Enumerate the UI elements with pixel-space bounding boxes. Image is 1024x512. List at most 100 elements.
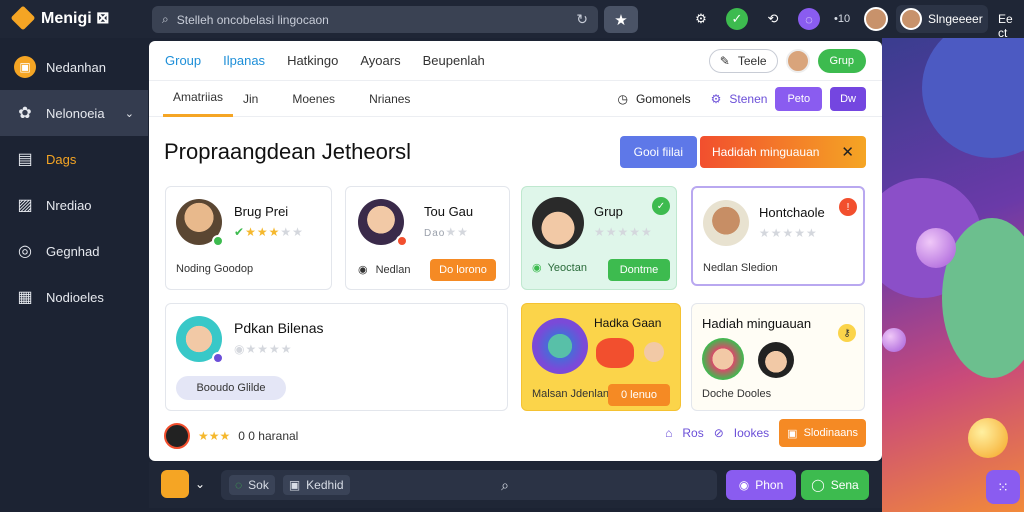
chevron-down-icon: ⌄ [195, 477, 206, 491]
tab-hatkingo[interactable]: Hatkingo [287, 53, 338, 68]
avatar [758, 342, 794, 378]
rating-stars: ◉★★★★ [234, 342, 293, 356]
sidebar-item-label: Nrediao [46, 197, 92, 213]
settings-icon: ⚙ [710, 92, 722, 106]
card-footer: ◉ Nedlan [358, 263, 410, 277]
sidebar-item-label: Nelonoeia [46, 105, 105, 121]
tab-beupenlah[interactable]: Beupenlah [423, 53, 485, 68]
tab-ilpanas[interactable]: Ilpanas [223, 53, 265, 68]
grid-icon: ▦ [17, 289, 33, 306]
tab-amatriias[interactable]: Amatriias [163, 81, 234, 117]
app-logo[interactable]: Menigi ⊠ [10, 5, 110, 31]
blue-action-button[interactable]: Gooi fiilai [619, 136, 697, 168]
sidebar-item-nrediao[interactable]: ▨ Nrediao [0, 182, 148, 228]
teele-button[interactable]: ✎ Teele [708, 49, 778, 73]
phon-label: Phon [755, 478, 784, 492]
grup-button[interactable]: Grup [817, 49, 866, 73]
profile-card[interactable]: Tou Gau Dao★★ ◉ Nedlan Do lorono [345, 186, 510, 290]
bubble [968, 418, 1008, 458]
sidebar-item-label: Nedanhan [46, 59, 106, 75]
dw-button[interactable]: Dw [830, 87, 866, 111]
ros-link[interactable]: Ros [682, 426, 703, 440]
game-art [532, 318, 588, 374]
card-action-button[interactable]: 0 lenuo [608, 384, 670, 406]
key-icon[interactable]: ⚷ [838, 324, 856, 342]
user-avatar [900, 8, 922, 30]
sidebar-item-gegnhad[interactable]: ◎ Gegnhad [0, 228, 148, 274]
profile-card[interactable]: Brug Prei ✔★★★★★ Noding Goodop [165, 186, 332, 290]
gear-icon[interactable]: ⚙ [690, 8, 712, 30]
user-menu[interactable]: Slngeeeer [896, 5, 988, 33]
sidebar-item-dags[interactable]: ▤ Dags [0, 136, 148, 182]
top-bar: Menigi ⊠ ⌕ Stelleh oncobelasi lingocaon … [0, 0, 1024, 40]
card-action-button[interactable]: Booudo Glilde [176, 376, 286, 400]
card-action-button[interactable]: Do lorono [430, 259, 496, 281]
tab-jin[interactable]: Jin [233, 81, 268, 117]
close-icon[interactable]: ✕ [841, 143, 854, 161]
sidebar-item-nelonoeia[interactable]: ✿ Nelonoeia ⌄ [0, 90, 148, 136]
card-sub: Dao [424, 228, 446, 239]
slodinaans-label: Slodinaans [803, 427, 858, 439]
tab-nrianes[interactable]: Nrianes [359, 81, 420, 117]
phone-icon: ◉ [738, 478, 750, 492]
phon-button[interactable]: ◉ Phon [726, 470, 796, 500]
sync-icon[interactable]: ⟲ [762, 8, 784, 30]
kedhid-label: Kedhid [306, 478, 344, 492]
avatar[interactable] [864, 7, 889, 31]
sidebar-item-nedanhan[interactable]: ▣ Nedanhan [0, 44, 148, 90]
check-icon[interactable]: ✓ [652, 197, 670, 215]
rating-stars: ✔★★★★★ [234, 225, 304, 239]
status-icon[interactable]: ✓ [726, 8, 748, 30]
sidebar-item-label: Gegnhad [46, 243, 100, 259]
avatar [702, 338, 744, 380]
tab-ayoars[interactable]: Ayoars [360, 53, 400, 68]
orange-action-button[interactable]: Hadidah minguauan ✕ [700, 136, 866, 168]
gomonels-label[interactable]: Gomonels [636, 92, 691, 106]
stenen-label[interactable]: Stenen [729, 92, 767, 106]
card-footer: Doche Dooles [702, 388, 772, 400]
sena-button[interactable]: ◯ Sena [801, 470, 869, 500]
pencil-icon: ✎ [719, 54, 730, 68]
refresh-icon[interactable]: ↻ [576, 11, 588, 28]
card-action-button[interactable]: Dontme [608, 259, 670, 281]
sidebar-item-nodioeles[interactable]: ▦ Nodioeles [0, 274, 148, 320]
profile-card[interactable]: Grup ★★★★★ ✓ ◉ Yeoctan Dontme [521, 186, 677, 290]
avatar[interactable] [164, 423, 190, 449]
grid-icon[interactable]: ⁙ [986, 470, 1020, 504]
card-name: Grup [594, 204, 623, 219]
favorite-button[interactable]: ★ [604, 6, 638, 33]
profile-card[interactable]: Pdkan Bilenas ◉★★★★ Booudo Glilde [165, 303, 508, 411]
peto-button[interactable]: Peto [775, 87, 823, 111]
status-badge [212, 352, 224, 364]
avatar [703, 200, 749, 246]
profile-card[interactable]: Hontchaole ★★★★★ ! Nedlan Sledion [691, 186, 865, 286]
chat-input[interactable]: ◌ Sok ▣ Kedhid ⌕ [221, 470, 717, 500]
lookes-link[interactable]: Iookes [734, 426, 769, 440]
avatar [161, 470, 189, 498]
bottom-bar: ⌄ ◌ Sok ▣ Kedhid ⌕ ◉ Phon ◯ Sena [149, 462, 882, 508]
search-icon[interactable]: ⌕ [501, 477, 509, 494]
profile-switcher[interactable]: ⌄ [161, 470, 205, 498]
sena-label: Sena [830, 478, 859, 492]
alert-icon[interactable]: ! [839, 198, 857, 216]
profile-card[interactable]: Hadiah minguauan ⚷ Doche Dooles [691, 303, 865, 411]
sidebar-item-label: Dags [46, 151, 77, 167]
kedhid-tag[interactable]: ▣ Kedhid [282, 475, 350, 495]
top-right-label[interactable]: Ee ct [998, 12, 1024, 40]
slodinaans-button[interactable]: ▣ Slodinaans [779, 419, 866, 447]
user-icon: ▣ [787, 427, 798, 440]
search-text: Stelleh oncobelasi lingocaon [176, 12, 329, 27]
card-name: Tou Gau [424, 204, 474, 219]
check-circle-icon: ◉ [532, 262, 542, 274]
star-icon: ★ [614, 11, 628, 29]
tab-group[interactable]: Group [165, 53, 201, 68]
search-bar[interactable]: ⌕ Stelleh oncobelasi lingocaon ↻ [152, 6, 598, 33]
avatar[interactable] [785, 49, 810, 73]
chat-icon[interactable]: ◌ [798, 8, 820, 30]
tab-moenes[interactable]: Moenes [282, 81, 345, 117]
search-icon: ⌕ [162, 12, 169, 26]
rating-summary: ★★★ 0 0 haranal [164, 423, 298, 449]
teele-label: Teele [737, 54, 767, 68]
sok-tag[interactable]: ◌ Sok [229, 475, 275, 495]
profile-card[interactable]: Hadka Gaan Malsan Jdenlan 0 lenuo [521, 303, 681, 411]
